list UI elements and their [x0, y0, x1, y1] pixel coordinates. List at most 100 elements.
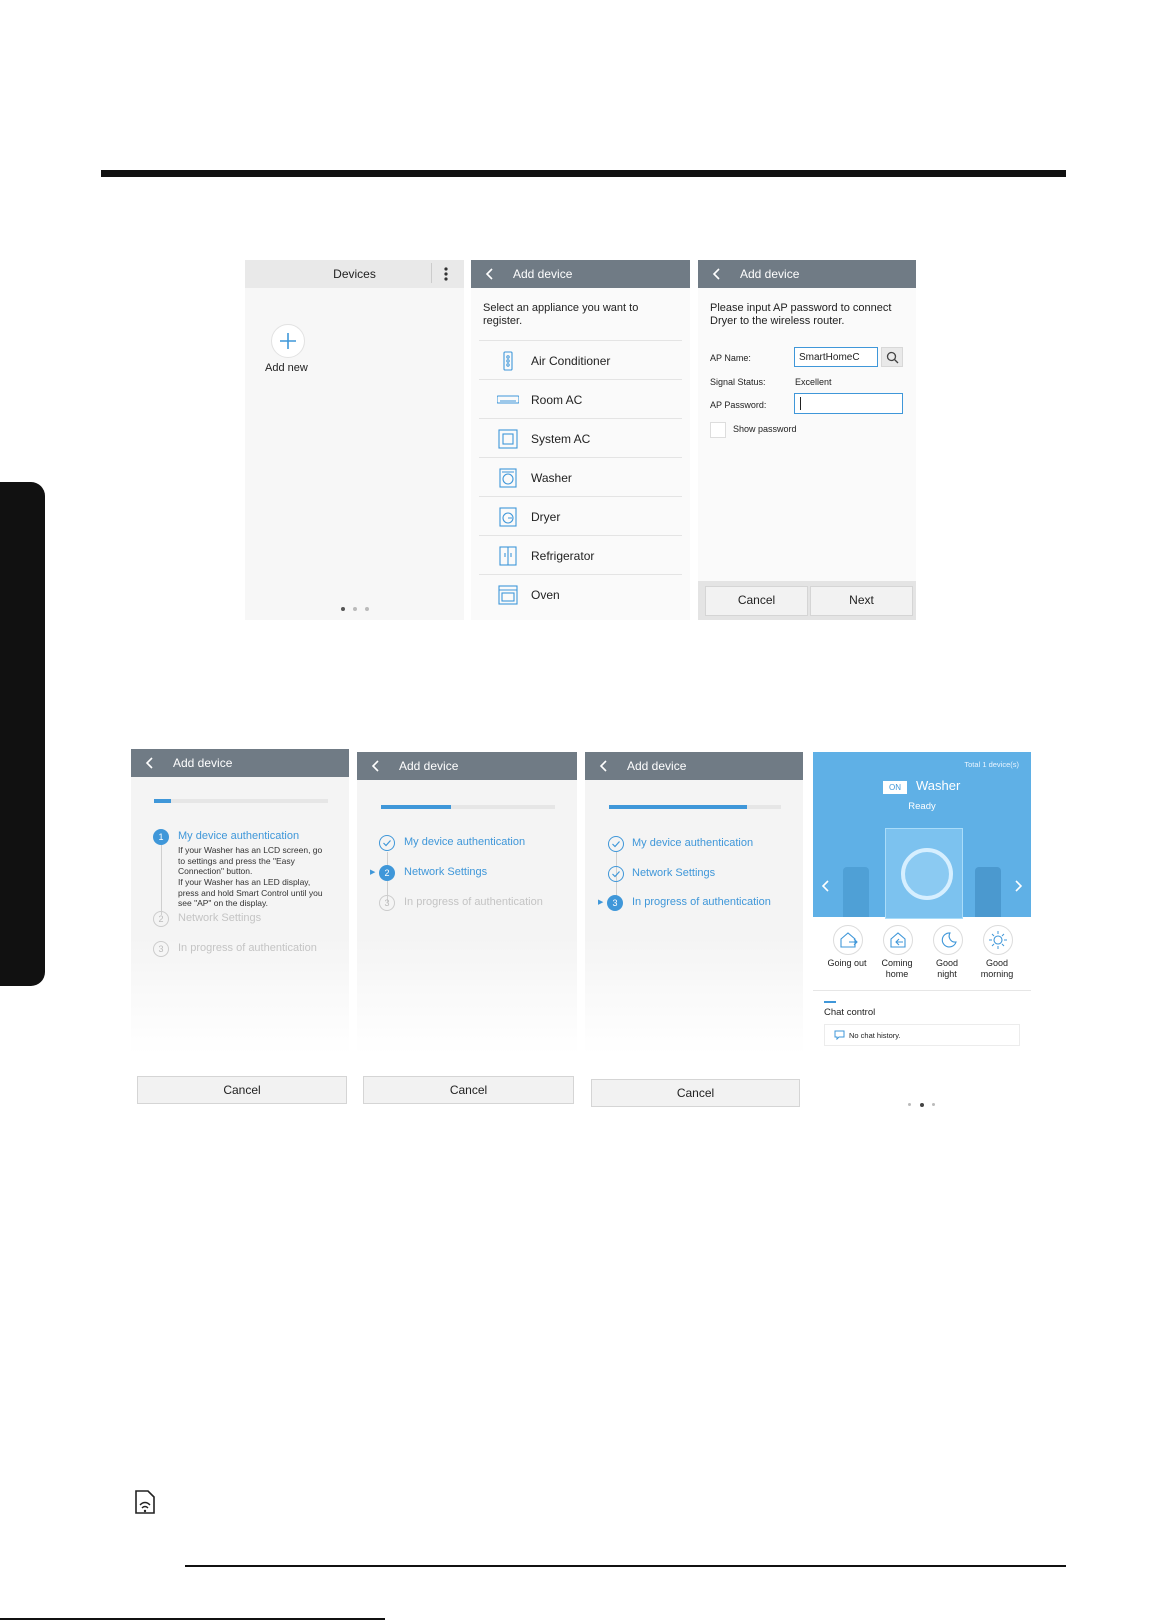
appliance-item[interactable]: System AC [479, 418, 682, 458]
appliance-item[interactable]: Air Conditioner [479, 340, 682, 380]
step1-desc-lcd: If your Washer has an LCD screen, go to … [178, 845, 323, 876]
auth-step3-screen: Add device My device authentication Netw… [585, 752, 803, 1055]
ap-password-field[interactable] [794, 393, 903, 414]
check-icon [612, 871, 620, 878]
mode-label: Coming home [881, 958, 913, 979]
appliance-label: Oven [531, 588, 560, 602]
text-cursor [800, 397, 801, 410]
header: Add device [131, 749, 349, 777]
back-arrow-icon[interactable] [483, 267, 497, 281]
system-ac-icon [498, 429, 518, 449]
back-arrow-icon[interactable] [143, 756, 157, 770]
appliance-item[interactable]: Oven [479, 574, 682, 614]
top-rule [101, 170, 1066, 177]
plus-icon [280, 333, 296, 349]
ap-name-field[interactable]: SmartHomeC [794, 347, 878, 367]
show-password-checkbox[interactable] [710, 422, 726, 438]
appliance-item[interactable]: Dryer [479, 496, 682, 536]
progress-bar [381, 805, 555, 809]
appliance-label: Refrigerator [531, 549, 595, 563]
page-indicator [908, 1103, 938, 1107]
mode-label: Good morning [980, 958, 1014, 979]
devices-header: Devices [245, 260, 464, 288]
mode-button[interactable]: Good night [921, 925, 973, 985]
dryer-icon [499, 507, 517, 527]
step2-label: Network Settings [632, 867, 716, 879]
side-device [975, 867, 1001, 917]
device-status: Ready [908, 801, 936, 812]
step3-label: In progress of authentication [178, 942, 317, 954]
cancel-button[interactable]: Cancel [591, 1079, 800, 1107]
next-button[interactable]: Next [810, 586, 913, 616]
chat-control-title: Chat control [824, 1007, 876, 1018]
going-out-icon [840, 932, 858, 948]
mode-button[interactable]: Going out [821, 925, 873, 985]
step3-label: In progress of authentication [632, 896, 771, 908]
step1-label: My device authentication [178, 830, 300, 842]
sun-icon [989, 931, 1007, 949]
step3-badge: 3 [153, 941, 169, 957]
step1-label: My device authentication [404, 836, 526, 848]
washer-icon [885, 828, 963, 919]
step1-badge: 1 [153, 829, 169, 845]
appliance-item[interactable]: Room AC [479, 379, 682, 419]
page-title: Add device [740, 267, 800, 281]
device-name: Washer [916, 778, 961, 793]
add-new-button[interactable] [271, 324, 305, 358]
more-options-icon[interactable] [441, 266, 451, 282]
step2-label: Network Settings [404, 866, 488, 878]
appliance-label: Dryer [531, 510, 561, 524]
step1-check-badge [379, 835, 395, 851]
chevron-left-icon[interactable] [821, 879, 831, 893]
footer-rule [0, 1618, 385, 1620]
appliance-label: Washer [531, 471, 572, 485]
auth-step2-screen: Add device My device authentication ▶ 2 … [357, 752, 577, 1055]
appliance-item[interactable]: Refrigerator [479, 535, 682, 575]
add-new-label: Add new [265, 362, 308, 374]
step3-badge: 3 [379, 895, 395, 911]
page-title: Add device [399, 759, 459, 773]
search-button[interactable] [881, 347, 903, 367]
ap-name-label: AP Name: [710, 353, 751, 363]
back-arrow-icon[interactable] [710, 267, 724, 281]
ap-password-label: AP Password: [710, 400, 767, 410]
select-prompt: Select an appliance you want to register… [483, 302, 639, 327]
appliance-label: Room AC [531, 393, 583, 407]
header: Add device [471, 260, 690, 288]
cancel-button[interactable]: Cancel [363, 1076, 574, 1104]
bottom-rule [185, 1565, 1066, 1567]
back-arrow-icon[interactable] [597, 759, 611, 773]
step3-label: In progress of authentication [404, 896, 543, 908]
chat-history-box[interactable]: No chat history. [824, 1024, 1020, 1046]
step1-desc-led: If your Washer has an LED display, press… [178, 877, 323, 908]
back-arrow-icon[interactable] [369, 759, 383, 773]
header: Add device [698, 260, 916, 288]
appliance-select-screen: Add device Select an appliance you want … [471, 260, 690, 620]
oven-icon [498, 585, 518, 605]
current-step-arrow-icon: ▶ [598, 899, 604, 906]
signal-status-label: Signal Status: [710, 377, 766, 387]
cancel-button[interactable]: Cancel [705, 586, 808, 616]
page-indicator [341, 607, 371, 611]
step2-badge: 2 [379, 865, 395, 881]
show-password-label: Show password [733, 424, 797, 434]
chevron-right-icon[interactable] [1013, 879, 1023, 893]
page-title: Add device [173, 756, 233, 770]
signal-status-value: Excellent [795, 377, 832, 387]
coming-home-icon [890, 932, 906, 948]
mode-button[interactable]: Good morning [971, 925, 1023, 985]
mode-label: Good night [935, 958, 959, 979]
ap-prompt: Please input AP password to connect Drye… [710, 302, 892, 327]
cancel-button[interactable]: Cancel [137, 1076, 347, 1104]
step1-check-badge [608, 836, 624, 852]
appliance-item[interactable]: Washer [479, 457, 682, 497]
room-ac-icon [497, 395, 519, 404]
step1-label: My device authentication [632, 837, 754, 849]
mode-button[interactable]: Coming home [871, 925, 923, 985]
ap-password-screen: Add device Please input AP password to c… [698, 260, 916, 620]
on-badge[interactable]: ON [883, 781, 907, 794]
chat-empty-text: No chat history. [849, 1031, 901, 1040]
page-title: Add device [513, 267, 573, 281]
current-step-arrow-icon: ▶ [370, 869, 376, 876]
side-tab [0, 482, 45, 986]
